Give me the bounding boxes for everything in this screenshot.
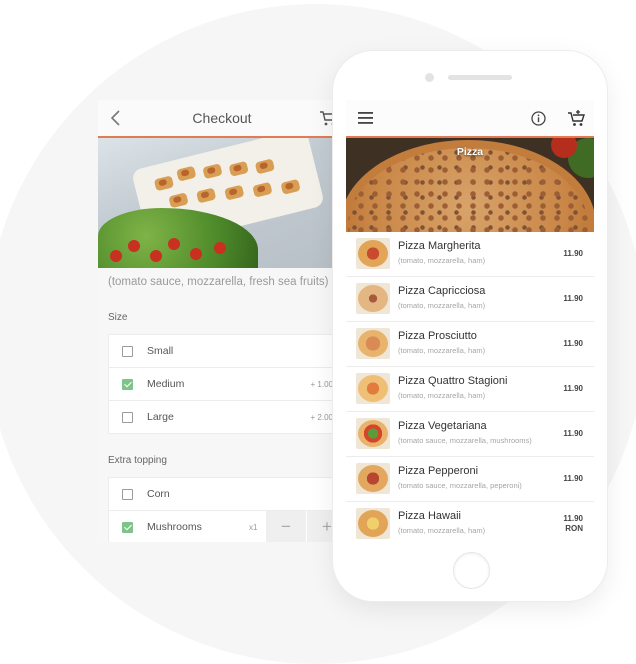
cart-icon[interactable] [567,109,585,127]
option-label: Small [147,345,174,357]
topping-section-label: Extra topping [108,455,167,466]
pizza-thumbnail [356,328,390,359]
checkbox-checked[interactable] [122,521,133,533]
item-name: Pizza Prosciutto [398,330,477,342]
checkbox[interactable] [122,345,133,357]
item-currency: RON [565,524,583,533]
item-ingredients: (tomato, mozzarella, ham) [398,391,486,400]
decrement-button[interactable]: − [266,511,306,542]
size-options: Small Medium + 1.00 Large + 2.00 [108,334,346,434]
item-ingredients: (tomato sauce, mozzarella, mushrooms) [398,436,532,445]
checkout-screen: Checkout (tomato sauce, mozzarella, fres… [98,100,346,542]
topping-option-mushrooms[interactable]: Mushrooms x1 − + [109,511,346,542]
pizza-thumbnail [356,418,390,449]
item-price: 11.90 [563,384,583,393]
item-price: 11.90 [563,249,583,258]
topping-options: Corn Mushrooms x1 − + [108,477,346,542]
item-ingredients: (tomato, mozzarella, ham) [398,526,486,535]
option-price: + 1.00 [310,379,333,389]
checkbox[interactable] [122,411,133,423]
menu-list: Pizza Margherita (tomato, mozzarella, ha… [346,232,594,542]
home-button[interactable] [453,552,490,589]
item-ingredients: (tomato sauce, mozzarella, peperoni) [398,481,522,490]
item-price: 11.90 [563,514,583,523]
size-option-medium[interactable]: Medium + 1.00 [109,368,346,401]
camera-dot [425,73,434,82]
item-description: (tomato sauce, mozzarella, fresh sea fru… [108,276,329,288]
item-name: Pizza Pepperoni [398,465,479,477]
menu-item-hawaii[interactable]: Pizza Hawaii (tomato, mozzarella, ham) 1… [346,502,594,542]
pizza-thumbnail [356,508,390,539]
item-ingredients: (tomato, mozzarella, ham) [398,256,486,265]
category-banner: Pizza [346,138,594,232]
option-label: Large [147,411,174,423]
menu-item-pepperoni[interactable]: Pizza Pepperoni (tomato sauce, mozzarell… [346,457,594,502]
item-name: Pizza Quattro Stagioni [398,375,508,387]
item-price: 11.90 [563,294,583,303]
speaker-slot [448,75,512,80]
option-price: + 2.00 [310,412,333,422]
menu-item-prosciutto[interactable]: Pizza Prosciutto (tomato, mozzarella, ha… [346,322,594,367]
pizza-thumbnail [356,373,390,404]
item-name: Pizza Hawaii [398,510,461,522]
checkout-title: Checkout [192,110,252,126]
option-label: Medium [147,378,185,390]
option-label: Corn [147,488,170,500]
size-option-large[interactable]: Large + 2.00 [109,401,346,433]
size-section-label: Size [108,312,128,323]
menu-item-capricciosa[interactable]: Pizza Capricciosa (tomato, mozzarella, h… [346,277,594,322]
item-name: Pizza Vegetariana [398,420,487,432]
item-name: Pizza Margherita [398,240,481,252]
pizza-thumbnail [356,283,390,314]
app-bar [346,100,594,138]
option-label: Mushrooms [147,521,202,533]
checkout-header: Checkout [98,100,346,138]
menu-screen: Pizza Pizza Margherita (tomato, mozzarel… [346,100,594,542]
menu-item-margherita[interactable]: Pizza Margherita (tomato, mozzarella, ha… [346,232,594,277]
pizza-thumbnail [356,238,390,269]
info-icon[interactable] [531,111,546,126]
menu-item-vegetariana[interactable]: Pizza Vegetariana (tomato sauce, mozzare… [346,412,594,457]
quantity-label: x1 [249,522,258,532]
hamburger-menu-icon[interactable] [358,112,373,124]
category-title: Pizza [456,146,484,158]
item-price: 11.90 [563,339,583,348]
size-option-small[interactable]: Small [109,335,346,368]
item-ingredients: (tomato, mozzarella, ham) [398,301,486,310]
menu-item-quattro-stagioni[interactable]: Pizza Quattro Stagioni (tomato, mozzarel… [346,367,594,412]
item-price: 11.90 [563,474,583,483]
item-price: 11.90 [563,429,583,438]
checkbox-checked[interactable] [122,378,133,390]
topping-option-corn[interactable]: Corn [109,478,346,511]
seafood-photo [98,138,346,268]
pizza-thumbnail [356,463,390,494]
item-name: Pizza Capricciosa [398,285,486,297]
checkbox[interactable] [122,488,133,500]
item-ingredients: (tomato, mozzarella, ham) [398,346,486,355]
